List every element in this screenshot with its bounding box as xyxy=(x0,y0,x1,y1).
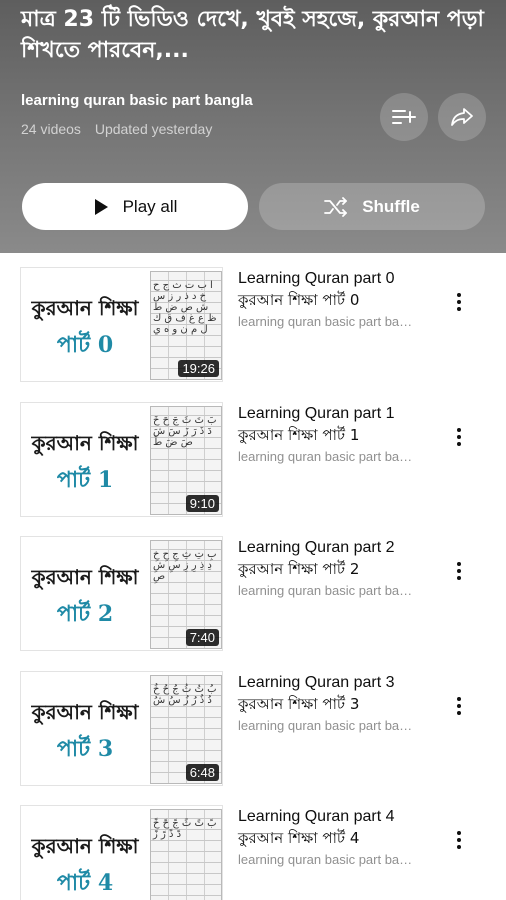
video-title-bangla[interactable]: কুরআন শিক্ষা পার্ট 0 xyxy=(238,289,438,311)
video-title[interactable]: Learning Quran part 0 xyxy=(238,268,438,289)
playlist-meta: 24 videos Updated yesterday xyxy=(21,121,222,137)
thumbnail-part: পার্ট 0 xyxy=(56,332,114,358)
video-thumbnail[interactable]: কুরআন শিক্ষা পার্ট 0 ا ب ت ث ج ح خ د ذ ر… xyxy=(20,267,223,382)
thumbnail-title: কুরআন শিক্ষা xyxy=(31,834,139,858)
play-icon xyxy=(93,198,109,216)
add-to-queue-icon xyxy=(392,110,416,124)
more-options-button[interactable] xyxy=(448,556,470,586)
more-options-button[interactable] xyxy=(448,691,470,721)
list-item[interactable]: কুরআন শিক্ষা পার্ট 0 ا ب ت ث ج ح خ د ذ ر… xyxy=(0,267,506,387)
more-vert-icon xyxy=(457,697,461,715)
more-vert-icon xyxy=(457,562,461,580)
duration-badge: 6:48 xyxy=(185,764,219,781)
video-count: 24 videos xyxy=(21,121,81,137)
video-thumbnail[interactable]: কুরআন শিক্ষা পার্ট 3 بُ تُ ثُ جُ حُ خُ د… xyxy=(20,671,223,786)
video-title-bangla[interactable]: কুরআন শিক্ষা পার্ট 4 xyxy=(238,827,438,849)
thumbnail-part: পার্ট 3 xyxy=(56,736,114,762)
video-title[interactable]: Learning Quran part 3 xyxy=(238,672,438,693)
channel-name: learning quran basic part bangla xyxy=(238,852,416,867)
playlist-name[interactable]: learning quran basic part bangla xyxy=(21,92,253,109)
video-thumbnail[interactable]: কুরআন শিক্ষা পার্ট 2 بِ تِ ثِ جِ حِ خِ د… xyxy=(20,536,223,651)
thumbnail-part: পার্ট 1 xyxy=(56,467,114,493)
add-to-queue-button[interactable] xyxy=(380,93,428,141)
more-options-button[interactable] xyxy=(448,825,470,855)
video-title[interactable]: Learning Quran part 2 xyxy=(238,537,438,558)
list-item[interactable]: কুরআন শিক্ষা পার্ট 3 بُ تُ ثُ جُ حُ خُ د… xyxy=(0,671,506,791)
shuffle-label: Shuffle xyxy=(362,196,420,216)
thumbnail-title: কুরআন শিক্ষা xyxy=(31,565,139,589)
duration-badge: 19:26 xyxy=(178,360,219,377)
shuffle-icon xyxy=(324,196,348,217)
channel-name: learning quran basic part bangla xyxy=(238,449,416,464)
play-all-label: Play all xyxy=(122,196,178,216)
arabic-page-image: بً تً ثً جً حً خً دً ذً رً زً xyxy=(150,809,222,900)
channel-name: learning quran basic part bangla xyxy=(238,583,416,598)
share-icon xyxy=(451,108,473,126)
more-vert-icon xyxy=(457,293,461,311)
playlist-title: মাত্র 23 টি ভিডিও দেখে, খুবই সহজে, কুরআন… xyxy=(21,7,484,63)
thumbnail-part: পার্ট 4 xyxy=(56,870,114,896)
shuffle-button[interactable]: Shuffle xyxy=(259,183,485,230)
thumbnail-title: কুরআন শিক্ষা xyxy=(31,700,139,724)
more-vert-icon xyxy=(457,428,461,446)
video-title-bangla[interactable]: কুরআন শিক্ষা পার্ট 2 xyxy=(238,558,438,580)
video-thumbnail[interactable]: কুরআন শিক্ষা পার্ট 1 بَ تَ ثَ جَ حَ خَ د… xyxy=(20,402,223,517)
updated-text: Updated yesterday xyxy=(94,121,213,137)
duration-badge: 9:10 xyxy=(185,495,219,512)
video-title[interactable]: Learning Quran part 1 xyxy=(238,403,438,424)
thumbnail-title: কুরআন শিক্ষা xyxy=(31,431,139,455)
playlist-header: মাত্র 23 টি ভিডিও দেখে, খুবই সহজে, কুরআন… xyxy=(0,0,506,253)
channel-name: learning quran basic part bangla xyxy=(238,314,416,329)
video-title[interactable]: Learning Quran part 4 xyxy=(238,806,438,827)
duration-badge: 7:40 xyxy=(185,629,219,646)
share-button[interactable] xyxy=(438,93,486,141)
list-item[interactable]: কুরআন শিক্ষা পার্ট 4 بً تً ثً جً حً خً د… xyxy=(0,805,506,900)
channel-name: learning quran basic part bangla xyxy=(238,718,416,733)
list-item[interactable]: কুরআন শিক্ষা পার্ট 2 بِ تِ ثِ جِ حِ خِ د… xyxy=(0,536,506,656)
video-title-bangla[interactable]: কুরআন শিক্ষা পার্ট 3 xyxy=(238,693,438,715)
thumbnail-part: পার্ট 2 xyxy=(56,601,114,627)
more-vert-icon xyxy=(457,831,461,849)
more-options-button[interactable] xyxy=(448,287,470,317)
video-thumbnail[interactable]: কুরআন শিক্ষা পার্ট 4 بً تً ثً جً حً خً د… xyxy=(20,805,223,900)
more-options-button[interactable] xyxy=(448,422,470,452)
thumbnail-title: কুরআন শিক্ষা xyxy=(31,296,139,320)
play-all-button[interactable]: Play all xyxy=(22,183,248,230)
video-title-bangla[interactable]: কুরআন শিক্ষা পার্ট 1 xyxy=(238,424,438,446)
list-item[interactable]: কুরআন শিক্ষা পার্ট 1 بَ تَ ثَ جَ حَ خَ د… xyxy=(0,402,506,522)
